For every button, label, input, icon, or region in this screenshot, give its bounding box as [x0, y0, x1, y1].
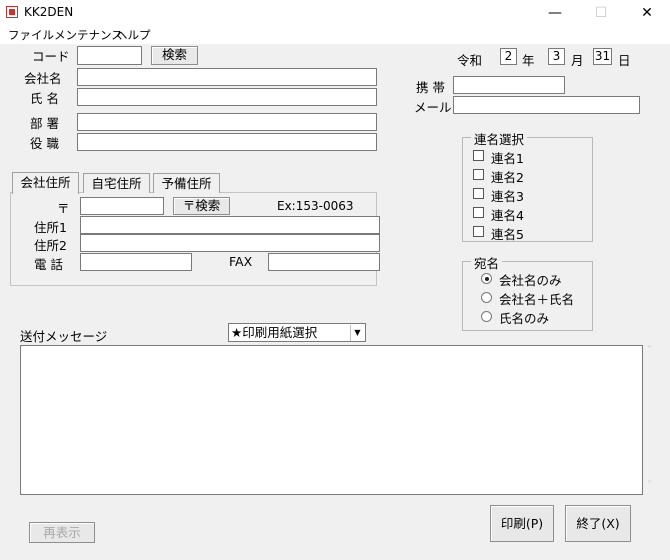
mail-input[interactable]	[453, 96, 640, 114]
joint-name-2-checkbox[interactable]	[473, 169, 484, 180]
month-label: 月	[571, 53, 584, 68]
menu-file[interactable]: ファイル	[8, 27, 54, 43]
era-label: 令和	[457, 53, 483, 68]
message-label: 送付メッセージ	[20, 329, 108, 344]
addressee-company-only-radio[interactable]	[481, 273, 492, 284]
tab-home-address[interactable]: 自宅住所	[83, 173, 150, 193]
mail-label: メール	[414, 100, 452, 115]
redisplay-button[interactable]: 再表示	[29, 522, 95, 543]
joint-name-4-checkbox[interactable]	[473, 207, 484, 218]
joint-name-1-label: 連名1	[491, 151, 524, 166]
company-label: 会社名	[24, 71, 62, 86]
chevron-down-icon: ▼	[350, 325, 364, 341]
mobile-input[interactable]	[453, 76, 565, 94]
close-button[interactable]: ✕	[624, 0, 670, 26]
year-input[interactable]: 2	[500, 48, 517, 65]
fax-input[interactable]	[268, 253, 380, 271]
scroll-up-icon[interactable]: ˄	[647, 345, 652, 356]
joint-name-5-checkbox[interactable]	[473, 226, 484, 237]
minimize-button[interactable]: —	[532, 0, 578, 26]
fax-label: FAX	[229, 254, 253, 269]
message-textarea[interactable]	[20, 345, 643, 495]
address1-input[interactable]	[80, 216, 380, 234]
addressee-group-title: 宛名	[471, 253, 503, 272]
addressee-company-only-label: 会社名のみ	[499, 273, 562, 288]
addressee-name-only-label: 氏名のみ	[499, 311, 550, 326]
print-button[interactable]: 印刷(P)	[490, 505, 554, 542]
company-input[interactable]	[77, 68, 377, 86]
code-input[interactable]	[77, 46, 142, 65]
name-label: 氏 名	[30, 91, 59, 106]
joint-name-3-label: 連名3	[491, 189, 524, 204]
addressee-name-only-radio[interactable]	[481, 311, 492, 322]
job-title-input[interactable]	[77, 133, 377, 151]
exit-button[interactable]: 終了(X)	[565, 505, 631, 542]
joint-name-4-label: 連名4	[491, 208, 524, 223]
addressee-company-and-name-label: 会社名＋氏名	[499, 292, 575, 307]
joint-name-group-title: 連名選択	[471, 129, 528, 148]
address2-input[interactable]	[80, 234, 380, 252]
joint-name-3-checkbox[interactable]	[473, 188, 484, 199]
window-title: KK2DEN	[24, 5, 74, 19]
dept-input[interactable]	[77, 113, 377, 131]
tel-input[interactable]	[80, 253, 192, 271]
paper-select[interactable]: ★印刷用紙選択 ▼	[228, 323, 366, 342]
job-title-label: 役 職	[30, 136, 59, 151]
day-input[interactable]: 31	[593, 48, 612, 65]
year-label: 年	[522, 53, 535, 68]
menu-maintenance[interactable]: メンテナンス	[54, 27, 123, 43]
address1-label: 住所1	[34, 220, 67, 235]
addressee-company-and-name-radio[interactable]	[481, 292, 492, 303]
joint-name-2-label: 連名2	[491, 170, 524, 185]
mobile-label: 携 帯	[416, 80, 445, 95]
day-label: 日	[618, 53, 631, 68]
postal-input[interactable]	[80, 197, 164, 215]
dept-label: 部 署	[30, 116, 59, 131]
search-button[interactable]: 検索	[151, 46, 198, 65]
postal-search-button[interactable]: 〒検索	[173, 197, 230, 215]
maximize-button[interactable]: ☐	[578, 0, 624, 26]
app-icon	[6, 6, 18, 18]
scroll-down-icon[interactable]: ˅	[647, 480, 652, 491]
tab-company-address[interactable]: 会社住所	[12, 172, 79, 194]
tab-spare-address[interactable]: 予備住所	[153, 173, 220, 193]
joint-name-1-checkbox[interactable]	[473, 150, 484, 161]
address2-label: 住所2	[34, 238, 67, 253]
postal-label: 〒	[57, 201, 70, 216]
name-input[interactable]	[77, 88, 377, 106]
joint-name-5-label: 連名5	[491, 227, 524, 242]
paper-select-value: ★印刷用紙選択	[231, 325, 318, 340]
code-label: コード	[32, 49, 70, 64]
tel-label: 電 話	[34, 257, 63, 272]
postal-example: Ex:153-0063	[277, 199, 354, 213]
month-input[interactable]: 3	[548, 48, 565, 65]
menu-help[interactable]: ヘルプ	[116, 27, 151, 43]
